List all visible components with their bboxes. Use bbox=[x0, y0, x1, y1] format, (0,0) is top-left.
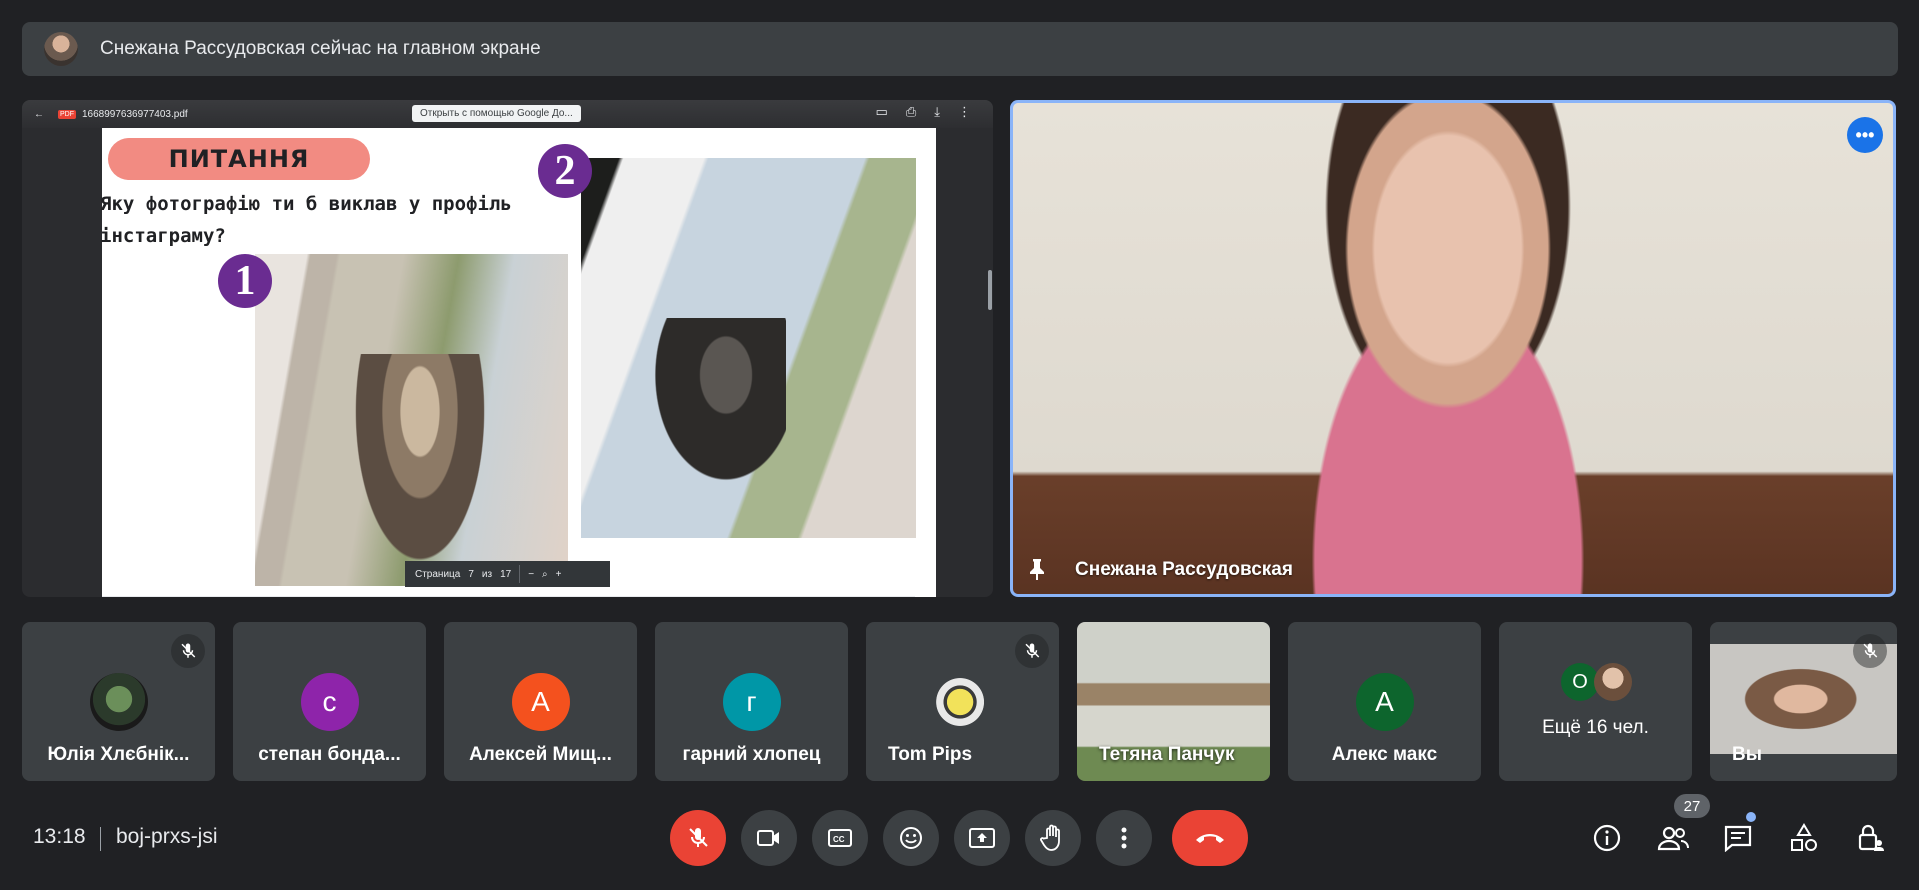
svg-text:CC: CC bbox=[833, 835, 845, 844]
participant-tile[interactable]: Юлія Хлєбнік... bbox=[22, 622, 215, 781]
slide-title: ПИТАННЯ bbox=[108, 138, 370, 180]
activities-button[interactable] bbox=[1786, 820, 1822, 856]
page-label: Страница bbox=[415, 568, 461, 580]
pdf-toolbar: ← PDF 1668997636977403.pdf Открыть с пом… bbox=[22, 100, 993, 128]
mic-off-icon bbox=[1015, 634, 1049, 668]
speaker-name: Снежана Рассудовская bbox=[1075, 559, 1293, 580]
pdf-progress-line bbox=[102, 596, 915, 597]
participant-tile[interactable]: А Алексей Мищ... bbox=[444, 622, 637, 781]
lock-person-icon bbox=[1858, 824, 1884, 851]
participant-name: Алекс макс bbox=[1331, 744, 1438, 765]
participant-name: Юлія Хлєбнік... bbox=[47, 744, 190, 765]
page-current[interactable]: 7 bbox=[468, 569, 474, 580]
participant-avatar: А bbox=[511, 673, 570, 731]
pdf-file-icon: PDF bbox=[58, 109, 76, 119]
mic-off-icon bbox=[1853, 634, 1887, 668]
raise-hand-icon bbox=[1040, 824, 1060, 851]
cat-photo-2 bbox=[581, 158, 916, 538]
participant-avatar bbox=[933, 673, 992, 731]
participant-tile[interactable]: Тетяна Панчук bbox=[1077, 622, 1270, 781]
pdf-filename: 1668997636977403.pdf bbox=[82, 108, 188, 120]
pdf-page-controls: Страница 7 из 17 − ⌕ + bbox=[405, 561, 610, 587]
presentation-tile[interactable]: ← PDF 1668997636977403.pdf Открыть с пом… bbox=[22, 100, 993, 597]
emoji-icon bbox=[900, 827, 922, 849]
option-badge-2: 2 bbox=[538, 144, 592, 198]
captions-button[interactable]: CC bbox=[812, 810, 868, 866]
more-avatar-photo bbox=[1594, 663, 1632, 701]
page-total: 17 bbox=[500, 568, 512, 580]
presenting-banner: Снежана Рассудовская сейчас на главном э… bbox=[22, 22, 1898, 76]
present-screen-icon bbox=[969, 828, 995, 848]
present-screen-button[interactable] bbox=[954, 810, 1010, 866]
info-icon bbox=[1593, 824, 1621, 852]
more-participants-label: Ещё 16 чел. bbox=[1542, 717, 1649, 738]
meeting-code[interactable]: boj-prxs-jsi bbox=[116, 825, 218, 849]
self-tile[interactable]: Вы bbox=[1710, 622, 1897, 781]
divider bbox=[100, 827, 101, 851]
presenting-banner-text: Снежана Рассудовская сейчас на главном э… bbox=[100, 38, 541, 59]
pin-icon[interactable] bbox=[1027, 558, 1047, 580]
tile-more-options-button[interactable]: ••• bbox=[1847, 117, 1883, 153]
mic-off-icon bbox=[689, 828, 708, 847]
people-icon bbox=[1657, 826, 1689, 851]
people-button[interactable] bbox=[1655, 820, 1691, 856]
participant-name: степан бонда... bbox=[258, 744, 401, 765]
more-participants-tile[interactable]: О Ещё 16 чел. bbox=[1499, 622, 1692, 781]
slide-question: Яку фотографію ти б виклав у профіль інс… bbox=[100, 193, 512, 247]
participant-avatar: с bbox=[300, 673, 359, 731]
chat-button[interactable] bbox=[1720, 820, 1756, 856]
folder-icon[interactable]: ▭ bbox=[876, 104, 888, 120]
meeting-clock: 13:18 bbox=[33, 825, 86, 848]
participant-avatar: А bbox=[1355, 673, 1414, 731]
meeting-details-button[interactable] bbox=[1589, 820, 1625, 856]
participant-tile[interactable]: А Алекс макс bbox=[1288, 622, 1481, 781]
hang-up-icon bbox=[1196, 834, 1224, 843]
open-with-button[interactable]: Открыть с помощью Google До... bbox=[412, 105, 581, 122]
chat-icon bbox=[1724, 825, 1752, 852]
participant-count-badge: 27 bbox=[1674, 794, 1710, 818]
camera-icon bbox=[757, 830, 779, 846]
download-icon[interactable]: ⤓ bbox=[934, 104, 940, 120]
option-badge-1: 1 bbox=[218, 254, 272, 308]
participant-tile[interactable]: г гарний хлопец bbox=[655, 622, 848, 781]
host-controls-button[interactable] bbox=[1852, 820, 1888, 856]
zoom-fit-icon[interactable]: ⌕ bbox=[542, 569, 548, 580]
cat-photo-1 bbox=[255, 254, 568, 586]
main-speaker-tile[interactable]: ••• Снежана Рассудовская bbox=[1010, 100, 1896, 597]
more-vert-icon bbox=[1121, 827, 1127, 849]
raise-hand-button[interactable] bbox=[1025, 810, 1081, 866]
participant-avatar bbox=[89, 673, 148, 731]
chat-notification-dot bbox=[1746, 812, 1756, 822]
participant-tile[interactable]: с степан бонда... bbox=[233, 622, 426, 781]
more-options-button[interactable] bbox=[1096, 810, 1152, 866]
zoom-in-icon[interactable]: + bbox=[556, 569, 562, 580]
speaker-video bbox=[1213, 103, 1683, 594]
activities-icon bbox=[1791, 823, 1817, 851]
participant-avatar: г bbox=[722, 673, 781, 731]
presenter-avatar bbox=[44, 32, 78, 66]
mic-toggle-button[interactable] bbox=[670, 810, 726, 866]
participant-tile[interactable]: Tom Pips bbox=[866, 622, 1059, 781]
participant-name: Алексей Мищ... bbox=[469, 744, 612, 765]
page-of: из bbox=[481, 568, 493, 580]
more-vert-icon[interactable]: ⋮ bbox=[958, 104, 971, 120]
back-arrow-icon[interactable]: ← bbox=[34, 109, 44, 120]
reactions-button[interactable] bbox=[883, 810, 939, 866]
mic-off-icon bbox=[171, 634, 205, 668]
participant-name: гарний хлопец bbox=[682, 744, 821, 765]
zoom-out-icon[interactable]: − bbox=[528, 569, 534, 580]
captions-icon: CC bbox=[828, 829, 852, 847]
camera-toggle-button[interactable] bbox=[741, 810, 797, 866]
leave-call-button[interactable] bbox=[1172, 810, 1248, 866]
participant-name: Tom Pips bbox=[888, 744, 973, 765]
self-name: Вы bbox=[1732, 744, 1762, 765]
pdf-scrollbar[interactable] bbox=[988, 270, 992, 310]
print-icon[interactable]: ⎙ bbox=[906, 104, 916, 120]
participant-name: Тетяна Панчук bbox=[1099, 744, 1235, 765]
meeting-controls-bar: 13:18 boj-prxs-jsi CC 27 bbox=[0, 794, 1919, 890]
